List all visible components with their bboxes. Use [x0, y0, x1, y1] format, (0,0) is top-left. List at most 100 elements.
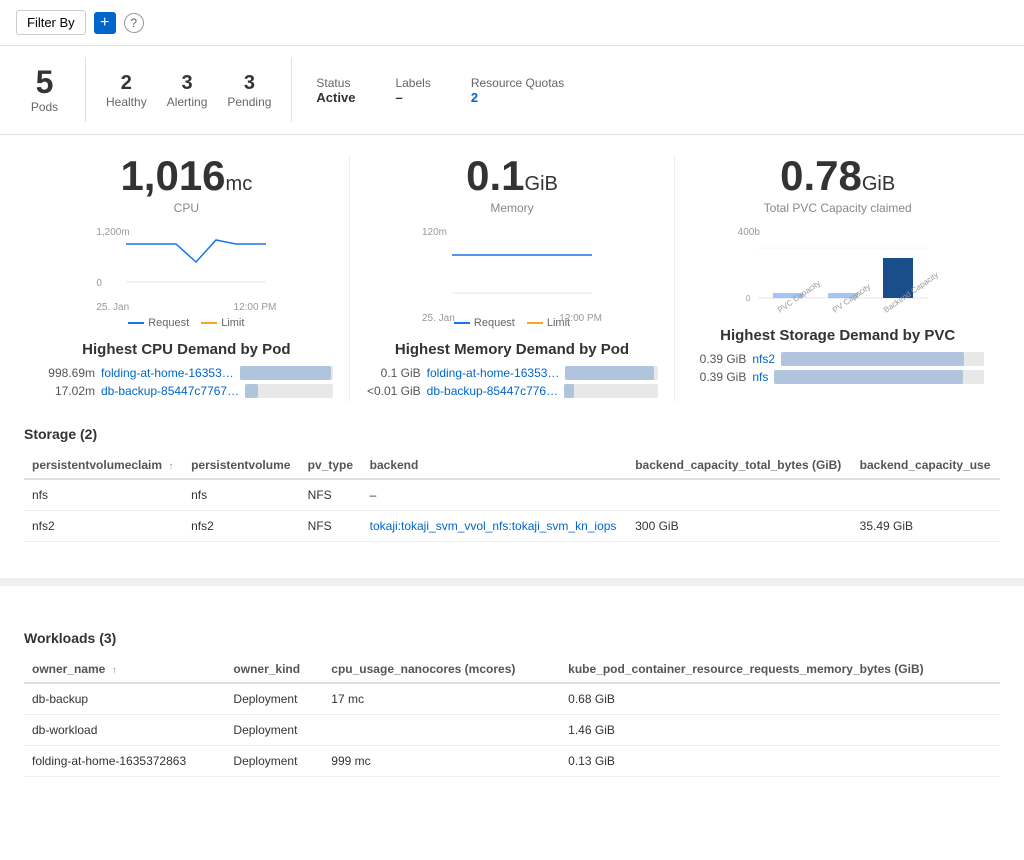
sort-icon-owner: ↑	[112, 665, 117, 676]
cpu-demand-link-0[interactable]: folding-at-home-16353…	[101, 366, 234, 380]
memory-line-chart	[422, 238, 602, 308]
pv-name-1: nfs2	[183, 511, 300, 542]
pvc-name-0: nfs	[24, 479, 183, 511]
workload-mem-2: 0.13 GiB	[560, 746, 1000, 777]
storage-bar-bg-1	[774, 370, 984, 384]
pvc-label: Total PVC Capacity claimed	[764, 201, 912, 215]
workload-row-2: folding-at-home-1635372863 Deployment 99…	[24, 746, 1000, 777]
svg-text:0: 0	[746, 294, 751, 303]
capacity-1: 300 GiB	[627, 511, 851, 542]
filter-label: Filter By	[27, 15, 75, 30]
quotas-value: 2	[471, 90, 564, 105]
col-owner-kind[interactable]: owner_kind	[225, 656, 323, 683]
memory-unit: GiB	[525, 173, 558, 195]
add-button[interactable]: +	[94, 12, 116, 34]
workload-mem-0: 0.68 GiB	[560, 683, 1000, 715]
workload-name-0: db-backup	[24, 683, 225, 715]
col-backend[interactable]: backend	[362, 452, 628, 479]
help-button[interactable]: ?	[124, 13, 144, 33]
workload-kind-0: Deployment	[225, 683, 323, 715]
storage-table-body: nfs nfs NFS – nfs2 nfs2 NFS tokaji:tokaj…	[24, 479, 1000, 542]
storage-demand-title: Highest Storage Demand by PVC	[720, 327, 955, 344]
plus-icon: +	[100, 14, 109, 32]
cpu-demand-item-1: 17.02m db-backup-85447c7767…	[40, 384, 333, 398]
main-content: 1,016mc CPU 1,200m 0 25. Jan 12:00 PM Re…	[0, 135, 1024, 562]
workload-row-0: db-backup Deployment 17 mc 0.68 GiB	[24, 683, 1000, 715]
storage-demand-link-1[interactable]: nfs	[752, 370, 768, 384]
sort-icon-pvc: ↑	[168, 461, 173, 472]
cpu-label: CPU	[174, 201, 199, 215]
storage-demand-link-0[interactable]: nfs2	[752, 352, 775, 366]
memory-demand-item-1: <0.01 GiB db-backup-85447c776…	[366, 384, 659, 398]
cpu-unit: mc	[226, 173, 253, 195]
mem-bar-bg-1	[564, 384, 658, 398]
workload-kind-1: Deployment	[225, 715, 323, 746]
status-label: Status	[316, 76, 355, 90]
storage-demand-item-1: 0.39 GiB nfs	[691, 370, 984, 384]
memory-demand-link-1[interactable]: db-backup-85447c776…	[427, 384, 558, 398]
cpu-x-labels: 25. Jan 12:00 PM	[96, 302, 276, 313]
workloads-table-body: db-backup Deployment 17 mc 0.68 GiB db-w…	[24, 683, 1000, 777]
healthy-label: Healthy	[106, 95, 147, 109]
col-usage[interactable]: backend_capacity_use	[852, 452, 1000, 479]
pv-type-0: NFS	[300, 479, 362, 511]
mem-bar-bg-0	[565, 366, 658, 380]
storage-demand-val-1: 0.39 GiB	[691, 370, 746, 384]
storage-demand-val-0: 0.39 GiB	[691, 352, 746, 366]
col-owner-name[interactable]: owner_name ↑	[24, 656, 225, 683]
pvc-name-1: nfs2	[24, 511, 183, 542]
workloads-section: Workloads (3) owner_name ↑ owner_kind cp…	[0, 602, 1024, 797]
memory-x-labels: 25. Jan 12:00 PM	[422, 313, 602, 324]
col-pv[interactable]: persistentvolume	[183, 452, 300, 479]
col-pvtype[interactable]: pv_type	[300, 452, 362, 479]
storage-bar-bg-0	[781, 352, 984, 366]
cpu-demand-list: 998.69m folding-at-home-16353… 17.02m db…	[40, 366, 333, 402]
pvc-bar-chart: PVC Capacity PV Capacity Backend Capacit…	[738, 238, 938, 318]
memory-demand-val-1: <0.01 GiB	[366, 384, 421, 398]
storage-demand-list: 0.39 GiB nfs2 0.39 GiB nfs	[691, 352, 984, 388]
cpu-demand-item-0: 998.69m folding-at-home-16353…	[40, 366, 333, 380]
pv-name-0: nfs	[183, 479, 300, 511]
col-capacity[interactable]: backend_capacity_total_bytes (GiB)	[627, 452, 851, 479]
meta-stats: Status Active Labels – Resource Quotas 2	[292, 58, 588, 122]
filter-button[interactable]: Filter By	[16, 10, 86, 35]
quotas-label: Resource Quotas	[471, 76, 564, 90]
memory-demand-item-0: 0.1 GiB folding-at-home-16353…	[366, 366, 659, 380]
pvc-y-top: 400b	[738, 227, 938, 238]
backend-link-1[interactable]: tokaji:tokaji_svm_vvol_nfs:tokaji_svm_kn…	[370, 519, 617, 533]
cpu-bar-0	[240, 366, 331, 380]
workload-name-2: folding-at-home-1635372863	[24, 746, 225, 777]
cpu-value: 1,016mc	[120, 155, 252, 197]
healthy-stat: 2 Healthy	[106, 72, 147, 109]
usage-1: 35.49 GiB	[852, 511, 1000, 542]
storage-table: persistentvolumeclaim ↑ persistentvolume…	[24, 452, 1000, 542]
pods-stat: 5 Pods	[16, 58, 86, 122]
metrics-row: 1,016mc CPU 1,200m 0 25. Jan 12:00 PM Re…	[24, 155, 1000, 402]
cpu-demand-val-1: 17.02m	[40, 384, 95, 398]
pods-label: Pods	[31, 100, 58, 114]
storage-section-title: Storage (2)	[24, 426, 1000, 442]
alerting-count: 3	[181, 72, 192, 95]
cpu-demand-link-1[interactable]: db-backup-85447c7767…	[101, 384, 239, 398]
storage-bar-1	[774, 370, 963, 384]
workload-name-1: db-workload	[24, 715, 225, 746]
col-cpu-usage[interactable]: cpu_usage_nanocores (mcores)	[323, 656, 560, 683]
col-memory-requests[interactable]: kube_pod_container_resource_requests_mem…	[560, 656, 1000, 683]
col-pvc[interactable]: persistentvolumeclaim ↑	[24, 452, 183, 479]
request-dot	[128, 322, 144, 324]
pvc-chart: 400b PVC Capacity PV Capacity Backend Ca…	[738, 227, 938, 307]
workloads-table-header: owner_name ↑ owner_kind cpu_usage_nanoco…	[24, 656, 1000, 683]
usage-0	[852, 479, 1000, 511]
workloads-table: owner_name ↑ owner_kind cpu_usage_nanoco…	[24, 656, 1000, 777]
labels-value: –	[395, 90, 430, 105]
workload-cpu-0: 17 mc	[323, 683, 560, 715]
cpu-limit-legend: Limit	[201, 317, 244, 329]
labels-meta: Labels –	[395, 76, 430, 105]
summary-bar: 5 Pods 2 Healthy 3 Alerting 3 Pending St…	[0, 46, 1024, 135]
labels-label: Labels	[395, 76, 430, 90]
memory-value: 0.1GiB	[466, 155, 558, 197]
memory-y-top: 120m	[422, 227, 602, 238]
memory-demand-link-0[interactable]: folding-at-home-16353…	[427, 366, 560, 380]
cpu-bar-bg-1	[245, 384, 333, 398]
section-divider	[0, 578, 1024, 586]
